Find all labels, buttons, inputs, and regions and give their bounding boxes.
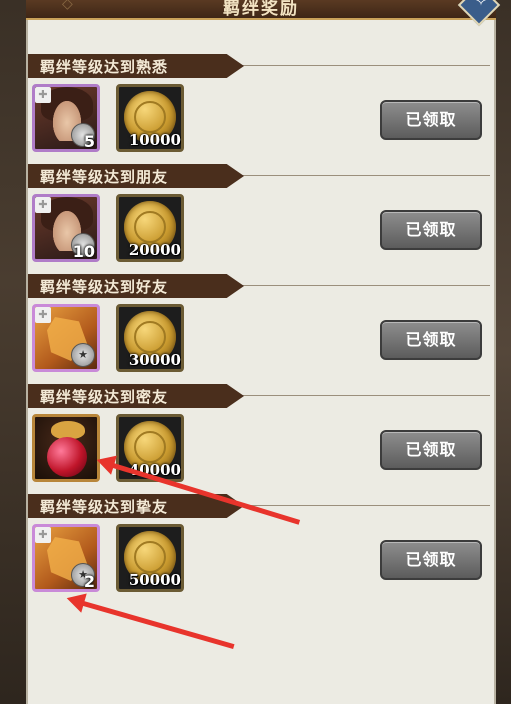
- hero-fragment-item[interactable]: ✚ 10: [32, 194, 100, 262]
- claimed-button[interactable]: 已领取: [380, 100, 482, 140]
- puzzle-icon: ✚: [35, 307, 51, 323]
- reward-row-3: 羁绊等级达到好友 ✚ ★ 30000 已领取: [26, 274, 496, 384]
- puzzle-icon: ✚: [35, 197, 51, 213]
- divider: [226, 505, 490, 506]
- hero-fragment-item[interactable]: ✚ 5: [32, 84, 100, 152]
- item-count: 2: [83, 572, 95, 591]
- skin-fragment-item[interactable]: ✚ ★: [32, 304, 100, 372]
- claimed-button[interactable]: 已领取: [380, 210, 482, 250]
- row-header: 羁绊等级达到熟悉: [28, 54, 244, 78]
- background-left: [0, 0, 28, 704]
- item-amount: 30000: [128, 351, 181, 369]
- claimed-button[interactable]: 已领取: [380, 540, 482, 580]
- skin-fragment-item[interactable]: ✚ ★ 2: [32, 524, 100, 592]
- gold-coin-item[interactable]: 30000: [116, 304, 184, 372]
- gold-coin-item[interactable]: 10000: [116, 84, 184, 152]
- gold-coin-item[interactable]: 50000: [116, 524, 184, 592]
- item-amount: 20000: [128, 241, 181, 259]
- row-title: 羁绊等级达到挚友: [40, 498, 169, 516]
- star-badge-icon: ★: [71, 343, 95, 367]
- item-amount: 50000: [128, 571, 181, 589]
- puzzle-icon: ✚: [35, 87, 51, 103]
- star-close-icon: ✧: [475, 0, 487, 10]
- claimed-button[interactable]: 已领取: [380, 430, 482, 470]
- item-count: 5: [83, 132, 95, 151]
- puzzle-icon: ✚: [35, 527, 51, 543]
- gold-coin-item[interactable]: 20000: [116, 194, 184, 262]
- row-title: 羁绊等级达到密友: [40, 388, 169, 406]
- divider: [226, 395, 490, 396]
- title-bar: ◇ 羁绊奖励 ✧: [26, 0, 501, 27]
- potion-icon: [47, 437, 87, 477]
- page-title: 羁绊奖励: [223, 0, 299, 19]
- reward-row-4: 羁绊等级达到密友 40000 已领取: [26, 384, 496, 494]
- row-title: 羁绊等级达到熟悉: [40, 58, 169, 76]
- divider: [226, 175, 490, 176]
- item-count: 10: [72, 242, 95, 261]
- divider: [226, 285, 490, 286]
- reward-row-1: 羁绊等级达到熟悉 ✚ 5 10000 已领取: [26, 54, 496, 164]
- item-amount: 10000: [128, 131, 181, 149]
- potion-item[interactable]: [32, 414, 100, 482]
- row-title: 羁绊等级达到朋友: [40, 168, 169, 186]
- divider: [226, 65, 490, 66]
- row-header: 羁绊等级达到密友: [28, 384, 244, 408]
- claimed-button[interactable]: 已领取: [380, 320, 482, 360]
- reward-row-2: 羁绊等级达到朋友 ✚ 10 20000 已领取: [26, 164, 496, 274]
- row-title: 羁绊等级达到好友: [40, 278, 169, 296]
- row-header: 羁绊等级达到好友: [28, 274, 244, 298]
- row-header: 羁绊等级达到朋友: [28, 164, 244, 188]
